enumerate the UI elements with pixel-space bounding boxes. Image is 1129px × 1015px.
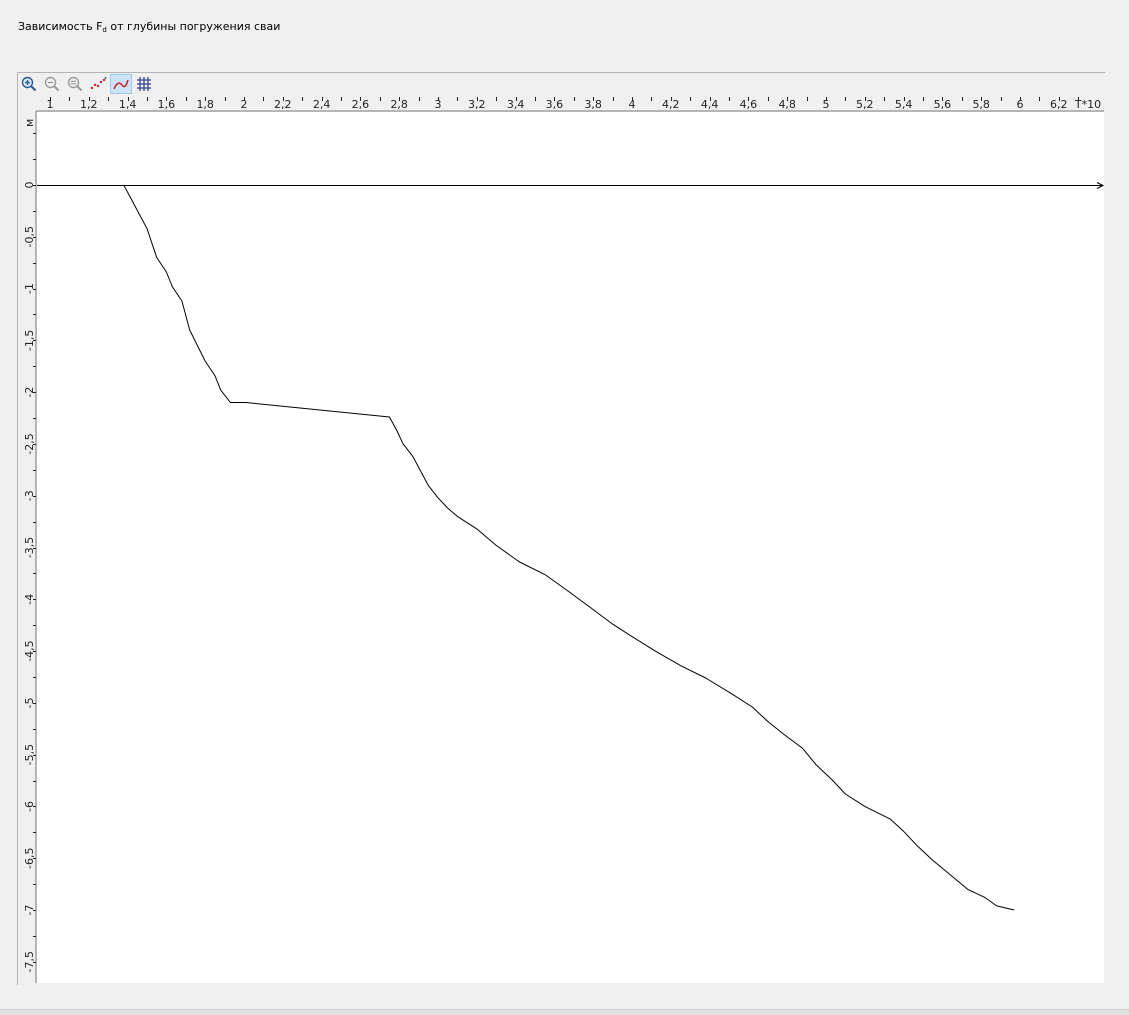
x-tick-label: 2,4 — [313, 98, 331, 111]
x-tick-label: 2,8 — [390, 98, 408, 111]
x-tick-label: 3 — [435, 98, 442, 111]
x-tick-label: 4,2 — [662, 98, 680, 111]
x-tick-label: 5,8 — [972, 98, 990, 111]
x-tick-label: 1 — [47, 98, 54, 111]
x-tick-label: 1,4 — [119, 98, 137, 111]
y-axis-label: м — [23, 119, 36, 127]
x-tick-label: 4,8 — [778, 98, 796, 111]
y-tick-label: -7,5 — [23, 951, 36, 972]
y-tick-label: -0,5 — [23, 226, 36, 247]
chart-canvas[interactable]: 1 1,2 1,4 1,6 1,8 2 2,2 2,4 2,6 2,8 3 3,2 3,4 3,6 3,8 4… — [0, 0, 1129, 1014]
x-tick-label: 3,2 — [468, 98, 486, 111]
x-tick-label: 3,4 — [507, 98, 525, 111]
y-tick-label: -2 — [23, 387, 36, 398]
x-tick-label: 6 — [1017, 98, 1024, 111]
y-tick-label: -5 — [23, 697, 36, 708]
y-tick-label: -4,5 — [23, 640, 36, 661]
y-tick-label: -3,5 — [23, 537, 36, 558]
x-tick-label: 2,6 — [352, 98, 370, 111]
x-tick-label: 4,6 — [740, 98, 758, 111]
x-tick-label: 3,6 — [546, 98, 564, 111]
y-tick-label: -7 — [23, 905, 36, 916]
y-tick-label: -1,5 — [23, 330, 36, 351]
x-tick-label: 2 — [241, 98, 248, 111]
x-tick-label: 5,4 — [895, 98, 913, 111]
y-tick-label: -5,5 — [23, 744, 36, 765]
y-tick-label: -6,5 — [23, 847, 36, 868]
x-tick-label: 5,6 — [934, 98, 952, 111]
x-tick-label: 1,8 — [196, 98, 214, 111]
y-tick-label: -4 — [23, 594, 36, 605]
y-tick-label: -2,5 — [23, 433, 36, 454]
x-tick-label: 4 — [629, 98, 636, 111]
x-tick-label: 1,2 — [80, 98, 98, 111]
x-tick-label: 6,2 — [1050, 98, 1068, 111]
x-tick-label: 1,6 — [158, 98, 176, 111]
x-tick-label: 2,2 — [274, 98, 292, 111]
y-tick-label: -3 — [23, 490, 36, 501]
window-bottom-border — [0, 1009, 1129, 1015]
x-axis-label: T*10 — [1074, 98, 1101, 111]
y-tick-label: -6 — [23, 801, 36, 812]
y-tick-label: 0 — [23, 182, 36, 189]
x-tick-label: 3,8 — [584, 98, 602, 111]
x-tick-label: 4,4 — [701, 98, 719, 111]
x-tick-label: 5 — [823, 98, 830, 111]
y-tick-label: -1 — [23, 283, 36, 294]
plot-area — [37, 112, 1104, 983]
x-tick-label: 5,2 — [856, 98, 874, 111]
